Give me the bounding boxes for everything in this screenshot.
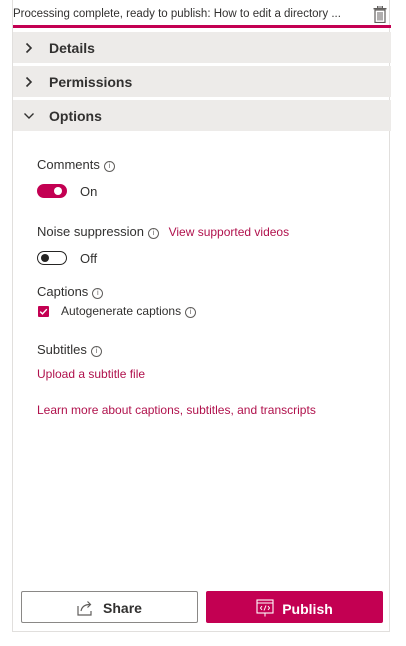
toggle-knob (54, 187, 62, 195)
section-options[interactable]: Options (13, 100, 391, 131)
status-bar: Processing complete, ready to publish: H… (13, 0, 391, 28)
share-button[interactable]: Share (21, 591, 198, 623)
info-icon[interactable]: i (90, 346, 102, 357)
info-icon[interactable]: i (185, 307, 197, 318)
checkmark-icon (39, 308, 48, 315)
publish-panel: Processing complete, ready to publish: H… (12, 0, 391, 632)
autogenerate-captions-checkbox[interactable] (38, 306, 49, 317)
section-permissions[interactable]: Permissions (13, 66, 391, 97)
subtitles-label: Subtitles (37, 342, 87, 357)
chevron-down-icon (23, 109, 35, 121)
publish-icon (256, 599, 274, 620)
noise-suppression-label: Noise suppression (37, 224, 144, 239)
comments-label-group: Comments i (37, 157, 115, 172)
share-icon (77, 600, 95, 619)
toggle-knob (41, 254, 49, 262)
autogenerate-captions-label-group: Autogenerate captions i (61, 304, 197, 318)
chevron-right-icon (23, 75, 35, 88)
section-options-label: Options (49, 108, 102, 124)
share-button-content: Share (22, 600, 197, 619)
view-supported-videos-link[interactable]: View supported videos (169, 225, 290, 239)
publish-button-label: Publish (282, 601, 333, 617)
noise-suppression-toggle[interactable] (37, 251, 67, 265)
comments-label: Comments (37, 157, 100, 172)
status-text: Processing complete, ready to publish: H… (13, 8, 341, 20)
section-details[interactable]: Details (13, 32, 391, 63)
autogenerate-captions-label[interactable]: Autogenerate captions (61, 304, 181, 318)
captions-label-group: Captions i (37, 284, 104, 299)
publish-button[interactable]: Publish (206, 591, 383, 623)
trash-icon[interactable] (373, 5, 389, 24)
noise-suppression-label-group: Noise suppression i View supported videos (37, 224, 289, 239)
publish-button-content: Publish (206, 599, 383, 620)
info-icon[interactable]: i (92, 288, 104, 299)
comments-toggle[interactable] (37, 184, 67, 198)
info-icon[interactable]: i (147, 228, 159, 239)
upload-subtitle-link[interactable]: Upload a subtitle file (37, 367, 145, 381)
section-permissions-label: Permissions (49, 74, 133, 90)
chevron-right-icon (23, 41, 35, 54)
noise-suppression-toggle-state: Off (80, 251, 98, 266)
comments-toggle-state: On (80, 184, 98, 199)
share-button-label: Share (103, 600, 142, 616)
section-details-label: Details (49, 40, 95, 56)
learn-more-captions-link[interactable]: Learn more about captions, subtitles, an… (37, 403, 316, 417)
info-icon[interactable]: i (103, 161, 115, 172)
captions-label: Captions (37, 284, 89, 299)
subtitles-label-group: Subtitles i (37, 342, 102, 357)
